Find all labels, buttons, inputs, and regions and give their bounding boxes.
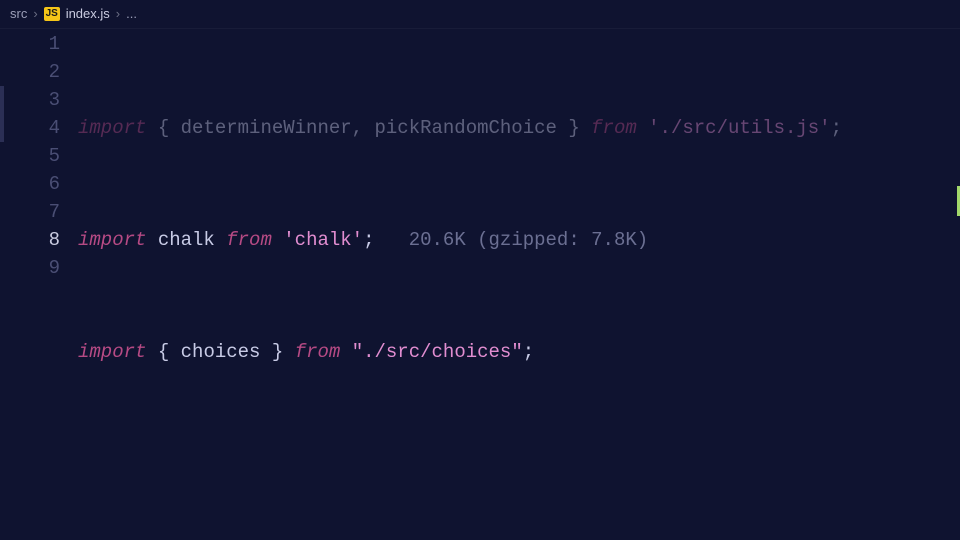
keyword-from: from — [226, 229, 272, 251]
line-number[interactable]: 2 — [0, 58, 78, 86]
line-number[interactable]: 6 — [0, 170, 78, 198]
code-line[interactable]: import { choices } from "./src/choices"; — [78, 338, 960, 366]
breadcrumb-tail[interactable]: ... — [126, 6, 137, 21]
breadcrumb-file[interactable]: index.js — [66, 6, 110, 21]
breadcrumb[interactable]: src › JS index.js › ... — [0, 0, 960, 28]
code-line[interactable] — [78, 450, 960, 478]
chevron-right-icon: › — [33, 6, 37, 21]
line-number[interactable]: 1 — [0, 30, 78, 58]
keyword-import: import — [78, 117, 146, 139]
keyword-import: import — [78, 229, 146, 251]
line-number[interactable]: 5 — [0, 142, 78, 170]
keyword-from: from — [295, 341, 341, 363]
line-number[interactable]: 7 — [0, 198, 78, 226]
js-icon: JS — [44, 7, 60, 21]
line-number[interactable]: 3 — [0, 86, 78, 114]
fold-marker — [0, 86, 4, 142]
breadcrumb-folder[interactable]: src — [10, 6, 27, 21]
line-number[interactable]: 8 — [0, 226, 78, 254]
code-area[interactable]: import { determineWinner, pickRandomChoi… — [78, 28, 960, 540]
chevron-right-icon: › — [116, 6, 120, 21]
code-line[interactable]: import chalk from 'chalk'; 20.6K (gzippe… — [78, 226, 960, 254]
line-number[interactable]: 9 — [0, 254, 78, 282]
keyword-import: import — [78, 341, 146, 363]
code-editor[interactable]: 1 2 3 4 5 6 7 8 9 import { determineWinn… — [0, 28, 960, 540]
divider — [0, 28, 960, 29]
import-size-hint: 20.6K (gzipped: 7.8K) — [375, 229, 649, 251]
line-number[interactable]: 4 — [0, 114, 78, 142]
code-line[interactable]: import { determineWinner, pickRandomChoi… — [78, 114, 960, 142]
line-gutter[interactable]: 1 2 3 4 5 6 7 8 9 — [0, 28, 78, 540]
keyword-from: from — [591, 117, 637, 139]
